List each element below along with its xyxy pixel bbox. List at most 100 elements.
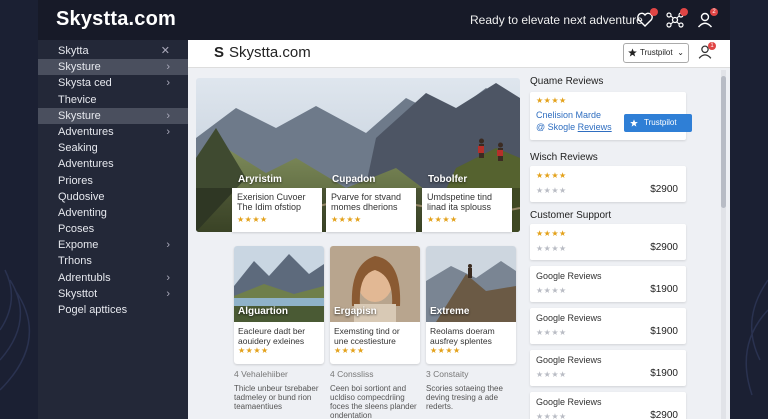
destination-card[interactable]: Extreme Reolams doeram ausfrey splentes ★… [426, 246, 516, 364]
hero-card-line: Pvarve for stvand [331, 192, 402, 202]
sidebar-item[interactable]: Skysttot › [38, 286, 188, 302]
footnote-line: tadmeley or bund rion [234, 393, 312, 402]
content-logo-text: Skystta.com [229, 44, 311, 61]
content-header: S Skystta.com Trustpilot ⌄ 1 [188, 40, 730, 68]
card-desc-line: Reolams doeram [430, 326, 495, 336]
sidebar-item[interactable]: Seaking [38, 140, 188, 156]
card-title: Ergapisn [334, 306, 377, 317]
card-desc-line: aouidery exleines [238, 336, 305, 346]
sidebar-item-label: Pogel apttices [58, 304, 128, 316]
sidebar-item-label: Skytta [58, 45, 89, 57]
chevron-right-icon[interactable]: › [166, 75, 170, 91]
sidebar-item[interactable]: Skysture › [38, 59, 188, 76]
rating-stars-muted: ★★★★ [536, 412, 567, 419]
card-desc-line: une ccestiesture [334, 336, 396, 346]
hero-card-line: linad ita splouss [427, 202, 492, 212]
rating-stars: ★★★★ [237, 215, 268, 224]
sidebar-item[interactable]: Adrentubls › [38, 270, 188, 286]
review-summary-card: ★★★★ Cnelision Marde @ Skogle Reviews Tr… [530, 92, 692, 140]
hero-caption: Aryristim [238, 174, 282, 185]
sidebar-item[interactable]: Thevice [38, 92, 188, 108]
network-icon[interactable] [665, 8, 688, 30]
sidebar-item[interactable]: Adventing [38, 205, 188, 221]
review-row[interactable]: ★★★★ ★★★★ $2900 [530, 166, 686, 202]
footnote-line: teamaentiues [234, 402, 283, 411]
sidebar-item-label: Skysture [58, 61, 101, 74]
tagline: Ready to elevate next adventure [470, 13, 643, 27]
chevron-right-icon[interactable]: › [166, 237, 170, 253]
heart-icon[interactable] [635, 8, 658, 30]
sidebar-item[interactable]: Adventures [38, 156, 188, 172]
sidebar: Skytta ✕ Skysture › Skysta ced › Thevice Skystu… [38, 40, 188, 419]
sidebar-item-label: Adventures [58, 158, 114, 171]
sidebar-item[interactable]: Trhons [38, 253, 188, 269]
rating-stars: ★★★★ [536, 229, 567, 238]
chevron-right-icon[interactable]: › [166, 59, 170, 75]
portrait-photo: Ergapisn [330, 246, 420, 322]
review-row[interactable]: ★★★★ ★★★★ $2900 [530, 224, 686, 260]
summit-photo: Extreme [426, 246, 516, 322]
scroll-thumb[interactable] [721, 76, 726, 208]
sidebar-item-label: Priores [58, 174, 93, 187]
price-value: $2900 [650, 410, 678, 419]
review-source-line: @ Skogle Reviews [536, 122, 612, 132]
destination-card[interactable]: Ergapisn Exemsting tind or une ccestiestu… [330, 246, 420, 364]
chevron-right-icon[interactable]: › [166, 286, 170, 302]
sidebar-item[interactable]: Qudosive [38, 189, 188, 205]
footnote-line: Thicle unbeur tsrebaber [234, 384, 319, 393]
sidebar-item[interactable]: Priores [38, 173, 188, 189]
sidebar-item[interactable]: Expome › [38, 237, 188, 253]
review-source-name: Cnelision Marde [536, 110, 602, 120]
user-icon[interactable]: 2 [695, 8, 718, 30]
review-row[interactable]: Google Reviews ★★★★ $1900 [530, 266, 686, 302]
notification-badge [650, 8, 658, 16]
rating-stars-wrapper: ★★★★ [536, 412, 567, 419]
scrollbar[interactable] [721, 70, 726, 419]
top-bar: Skystta.com Ready to elevate next advent… [38, 0, 730, 40]
hero-info-card[interactable]: Umdspetine tind linad ita splouss ★★★★ [422, 188, 512, 232]
chevron-down-icon: ⌄ [677, 48, 684, 57]
hero-info-card[interactable]: Exerision Cuvoer The Idim ofstiop ★★★★ [232, 188, 322, 232]
sidebar-item[interactable]: Pcoses [38, 221, 188, 237]
review-row[interactable]: Google Reviews ★★★★ $2900 [530, 392, 686, 419]
sidebar-item[interactable]: Pogel apttices [38, 302, 188, 318]
price-value: $1900 [650, 326, 678, 337]
sidebar-item[interactable]: Skysta ced › [38, 75, 188, 91]
site-brand[interactable]: Skystta.com [56, 8, 176, 31]
review-source-prefix: @ Skogle [536, 122, 576, 132]
sidebar-item[interactable]: Adventures › [38, 124, 188, 140]
hero-info-card[interactable]: Pvarve for stvand momes dherions ★★★★ [326, 188, 416, 232]
footnote-line: Ceen boi sortiont and [330, 384, 407, 393]
rating-stars: ★★★★ [536, 96, 567, 105]
review-row[interactable]: Google Reviews ★★★★ $1900 [530, 308, 686, 344]
sidebar-item-label: Skysttot [58, 287, 98, 300]
content-logo[interactable]: S Skystta.com [214, 44, 311, 61]
rating-stars: ★★★★ [536, 171, 567, 180]
reviews-link[interactable]: Reviews [578, 122, 612, 132]
main-content: S Skystta.com Trustpilot ⌄ 1 Aryristim C… [188, 40, 730, 419]
chevron-right-icon[interactable]: › [166, 108, 170, 124]
footnote-line: rederts. [426, 402, 454, 411]
sidebar-item[interactable]: Skysture › [38, 107, 188, 124]
account-icon[interactable]: 1 [696, 42, 716, 61]
trustpilot-button[interactable]: Trustpilot [624, 114, 692, 132]
chevron-right-icon[interactable]: › [166, 124, 170, 140]
sidebar-item[interactable]: Skytta ✕ [38, 43, 188, 59]
chevron-right-icon[interactable]: › [166, 270, 170, 286]
close-icon[interactable]: ✕ [161, 43, 170, 59]
section-title: Quame Reviews [530, 76, 604, 87]
hero-caption: Tobolfer [428, 174, 468, 185]
review-row[interactable]: Google Reviews ★★★★ $1900 [530, 350, 686, 386]
review-source-select[interactable]: Trustpilot ⌄ [623, 43, 689, 63]
review-source-name: Google Reviews [536, 355, 602, 365]
price-value: $1900 [650, 284, 678, 295]
destination-card[interactable]: Alguartion Eacleure dadt ber aouidery exl… [234, 246, 324, 364]
rating-stars-muted: ★★★★ [536, 186, 567, 195]
review-source-name: Google Reviews [536, 271, 602, 281]
rating-stars-muted: ★★★★ [536, 286, 567, 295]
trustpilot-icon [628, 48, 637, 57]
card-desc-line: Exemsting tind or [334, 326, 400, 336]
sidebar-item-label: Seaking [58, 142, 98, 155]
rating-stars-muted: ★★★★ [536, 370, 567, 379]
rating-stars: ★★★★ [334, 346, 365, 355]
